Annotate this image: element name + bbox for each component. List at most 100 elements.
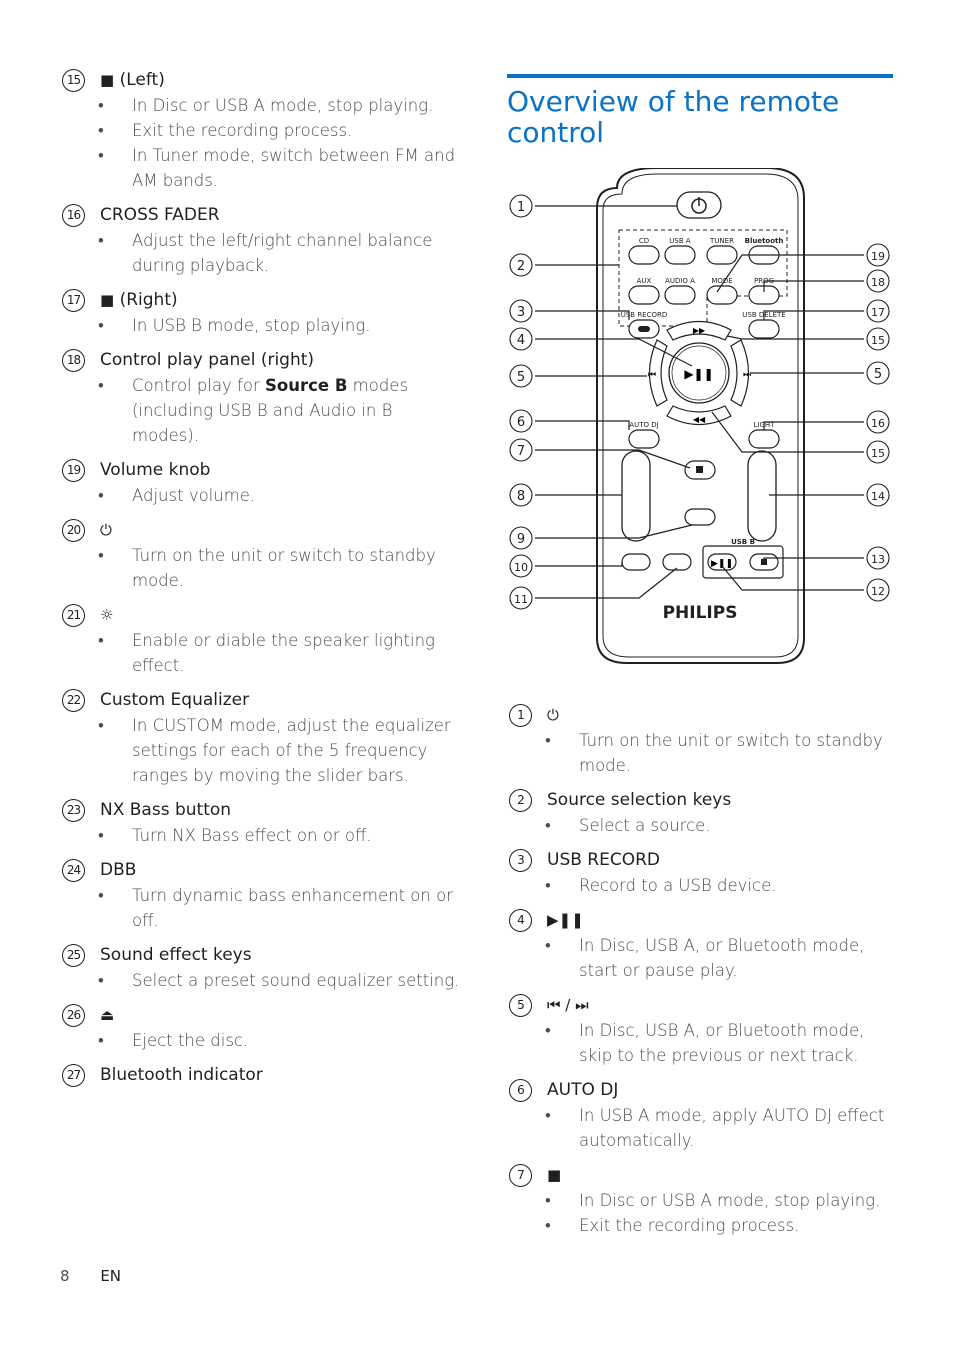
remote-cd-label: CD — [639, 237, 649, 245]
list-item: 15 ■ (Left)In Disc or USB A mode, stop pl… — [60, 68, 460, 193]
remote-mute-button[interactable] — [684, 508, 716, 526]
remote-auto-dj-button[interactable] — [628, 429, 660, 449]
item-number-badge: 4 — [509, 909, 532, 932]
prev-next-icon: ⏮ / ⏭ — [547, 996, 589, 1014]
list-item: 3 USB RECORD Record to a USB device. — [507, 848, 893, 898]
bullet-text: In Disc or USB A mode, stop playing. — [98, 93, 460, 118]
remote-brand: PHILIPS — [663, 603, 738, 623]
item-number-badge: 26 — [62, 1004, 85, 1027]
list-item: 1 ⏻ Turn on the unit or switch to standby… — [507, 703, 893, 778]
item-label: Control play panel (right) — [100, 350, 315, 370]
list-item: 7 ■ In Disc or USB A mode, stop playing.E… — [507, 1163, 893, 1238]
stop-icon: ■ — [547, 1166, 562, 1184]
stop-icon: ■ — [100, 291, 115, 309]
remote-tuner-label: TUNER — [709, 237, 734, 245]
item-number-badge: 6 — [509, 1079, 532, 1102]
page-footer: 8 EN — [60, 1267, 121, 1285]
remote-cd-button[interactable] — [628, 245, 660, 265]
callout-number: 15 — [871, 334, 885, 347]
callout-number: 14 — [871, 490, 885, 503]
callout-number: 12 — [871, 585, 885, 598]
bullet-text: In CUSTOM mode, adjust the equalizer set… — [98, 713, 460, 788]
remote-tuner-button[interactable] — [706, 245, 738, 265]
item-label: CROSS FADER — [100, 205, 220, 225]
bullet-text: Record to a USB device. — [545, 873, 893, 898]
page-language: EN — [100, 1267, 122, 1285]
list-item: 27 Bluetooth indicator — [60, 1063, 460, 1088]
list-item: 4 ▶❚❚ In Disc, USB A, or Bluetooth mode, … — [507, 908, 893, 983]
bullet-text: Adjust the left/right channel balance du… — [98, 228, 460, 278]
item-number-badge: 15 — [62, 69, 85, 92]
item-number-badge: 3 — [509, 849, 532, 872]
left-column: 15 ■ (Left)In Disc or USB A mode, stop pl… — [60, 68, 460, 1098]
remote-graphic-part: ◀◀ — [693, 415, 706, 424]
bullet-text: Turn dynamic bass enhancement on or off. — [98, 883, 460, 933]
list-item: 25 Sound effect keys Select a preset sound… — [60, 943, 460, 993]
remote-audio-a-button[interactable] — [664, 285, 696, 305]
list-item: 5 ⏮ / ⏭ In Disc, USB A, or Bluetooth mode… — [507, 993, 893, 1068]
remote-usb-delete-button[interactable] — [748, 319, 780, 339]
callout-number: 5 — [517, 370, 525, 385]
callout-number: 17 — [871, 306, 885, 319]
item-label: Custom Equalizer — [100, 690, 250, 710]
usb-b-label: USB B — [731, 538, 755, 546]
item-heading: ▶❚❚ — [547, 908, 893, 933]
item-heading: Bluetooth indicator — [100, 1063, 460, 1088]
remote-graphic-part: ⏭ — [743, 370, 751, 380]
list-item: 26 ⏏ Eject the disc. — [60, 1003, 460, 1053]
remote-graphic-part: ▶▶ — [693, 326, 706, 335]
remote-dsc-button[interactable] — [662, 553, 692, 571]
remote-dbb-button[interactable] — [621, 553, 651, 571]
remote-alb-preset-rocker[interactable] — [621, 450, 651, 542]
item-heading: ■ (Right) — [100, 288, 460, 313]
item-label: Bluetooth indicator — [100, 1065, 263, 1085]
item-heading: ■ (Left) — [100, 68, 460, 93]
callout-number: 3 — [517, 305, 525, 320]
remote-graphic-part: ▶❚❚ — [711, 559, 733, 569]
remote-usb-record-label: USB RECORD — [621, 311, 668, 319]
item-heading: ⏏ — [100, 1003, 460, 1028]
remote-aux-button[interactable] — [628, 285, 660, 305]
callout-number: 8 — [517, 489, 525, 504]
bullet-text: Exit the recording process. — [98, 118, 460, 143]
item-number-badge: 27 — [62, 1064, 85, 1087]
item-heading: CROSS FADER — [100, 203, 460, 228]
callout-number: 7 — [517, 444, 525, 459]
stop-icon: ■ — [100, 71, 115, 89]
remote-mode-button[interactable] — [706, 285, 738, 305]
callout-number: 18 — [871, 276, 885, 289]
item-number-badge: 1 — [509, 704, 532, 727]
section-title: Overview of the remote control — [507, 85, 840, 149]
callout-number: 4 — [517, 333, 525, 348]
remote-graphic-part: ⏮ — [648, 370, 656, 380]
callout-number: 11 — [514, 593, 528, 606]
item-label: DBB — [100, 860, 137, 880]
item-number-badge: 16 — [62, 204, 85, 227]
remote-audio-a-label: AUDIO A — [665, 277, 695, 285]
bullet-text: Exit the recording process. — [545, 1213, 893, 1238]
callout-number: 13 — [871, 553, 885, 566]
bullet-text: In USB B mode, stop playing. — [98, 313, 460, 338]
remote-usb-a-button[interactable] — [664, 245, 696, 265]
callout-number: 2 — [517, 259, 525, 274]
item-label: Sound effect keys — [100, 945, 252, 965]
bullet-text: Adjust volume. — [98, 483, 460, 508]
item-label: Volume knob — [100, 460, 211, 480]
bullet-text: In USB A mode, apply AUTO DJ effect auto… — [545, 1103, 893, 1153]
record-icon — [638, 326, 650, 332]
item-heading: NX Bass button — [100, 798, 460, 823]
remote-light-button[interactable] — [748, 429, 780, 449]
remote-bluetooth-label: Bluetooth — [745, 237, 784, 245]
bullet-text: Turn on the unit or switch to standby mo… — [545, 728, 893, 778]
item-number-badge: 20 — [62, 519, 85, 542]
remote-svg: CD USB A TUNER BluetoothAUX AUDIO A MODE PROGU… — [509, 167, 890, 664]
page-number: 8 — [60, 1267, 70, 1285]
bullet-text: Select a source. — [545, 813, 893, 838]
list-item: 21 ☼ Enable or diable the speaker lightin… — [60, 603, 460, 678]
item-number-badge: 17 — [62, 289, 85, 312]
remote-vol-rocker[interactable] — [747, 450, 777, 542]
item-number-badge: 5 — [509, 994, 532, 1017]
callout-number: 1 — [517, 200, 525, 215]
list-item: 2 Source selection keys Select a source. — [507, 788, 893, 838]
play-pause-icon: ▶❚❚ — [547, 911, 584, 929]
